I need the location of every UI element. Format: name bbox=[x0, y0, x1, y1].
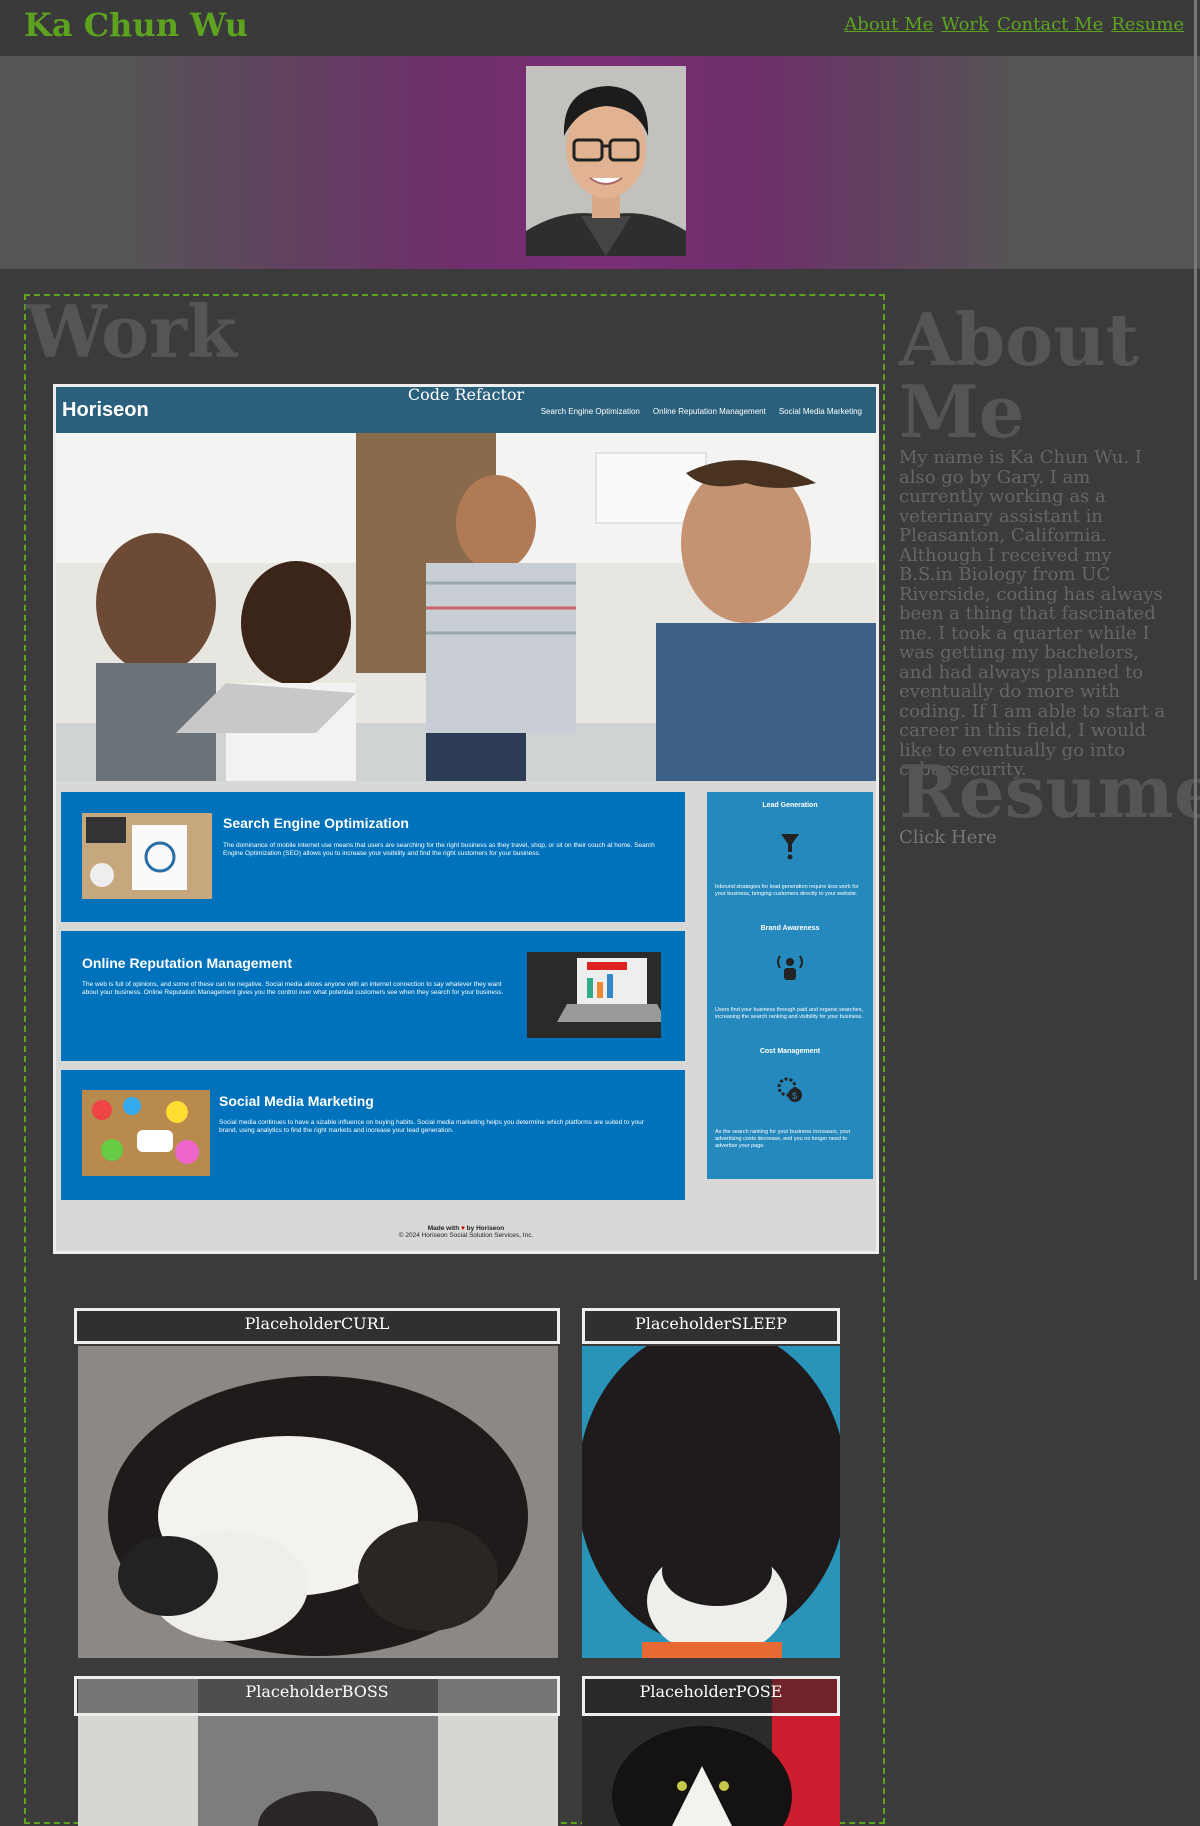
nav-link-work[interactable]: Work bbox=[941, 14, 989, 35]
heart-icon: ♥ bbox=[461, 1225, 465, 1232]
horiseon-footer: Made with ♥ by Horiseon © 2024 Horiseon … bbox=[56, 1225, 876, 1239]
brand-awareness-icon bbox=[777, 955, 803, 980]
smm-title: Social Media Marketing bbox=[219, 1093, 374, 1109]
horiseon-box-smm: Social Media Marketing Social media cont… bbox=[61, 1070, 685, 1200]
page-scrollbar[interactable] bbox=[1194, 0, 1197, 1280]
benefit-brand-title: Brand Awareness bbox=[760, 925, 820, 932]
resume-link[interactable]: Click Here bbox=[899, 827, 997, 848]
nav-link-resume[interactable]: Resume bbox=[1111, 14, 1184, 35]
nav-link-about-me[interactable]: About Me bbox=[844, 14, 933, 35]
project-label-boss: PlaceholderBOSS bbox=[74, 1676, 560, 1716]
svg-text:$: $ bbox=[792, 1091, 797, 1101]
about-text: My name is Ka Chun Wu. I also go by Gary… bbox=[899, 447, 1166, 780]
project-label-pose: PlaceholderPOSE bbox=[582, 1676, 840, 1716]
horiseon-benefits: Lead Generation Inbound strategies for l… bbox=[707, 792, 873, 1179]
work-heading: Work bbox=[26, 289, 237, 374]
main-nav: About Me Work Contact Me Resume bbox=[844, 14, 1184, 35]
site-title: Ka Chun Wu bbox=[24, 6, 248, 44]
resume-heading: Resume bbox=[899, 749, 1200, 834]
project-image-sleep[interactable] bbox=[582, 1346, 840, 1658]
seo-title: Search Engine Optimization bbox=[223, 815, 409, 831]
benefit-lead-title: Lead Generation bbox=[762, 802, 818, 809]
horiseon-box-seo: Search Engine Optimization The dominance… bbox=[61, 792, 685, 922]
smm-thumbnail bbox=[82, 1090, 210, 1176]
horiseon-nav-orm: Online Reputation Management bbox=[652, 407, 766, 416]
benefit-cost-text: As the search ranking for your business … bbox=[715, 1129, 851, 1149]
seo-thumbnail bbox=[82, 813, 212, 899]
horiseon-nav-seo: Search Engine Optimization bbox=[540, 407, 640, 416]
project-label-sleep: PlaceholderSLEEP bbox=[582, 1308, 840, 1344]
project-image-curl[interactable] bbox=[78, 1346, 558, 1658]
about-heading: About Me bbox=[899, 297, 1139, 454]
horiseon-hero-image bbox=[56, 433, 876, 781]
orm-thumbnail bbox=[527, 952, 661, 1038]
profile-photo bbox=[526, 66, 686, 256]
seo-text: The dominance of mobile internet use mea… bbox=[223, 842, 655, 857]
footer-made-with: Made with bbox=[427, 1225, 460, 1232]
cost-management-icon: $ bbox=[777, 1077, 802, 1102]
footer-by-horiseon: by Horiseon bbox=[466, 1225, 505, 1232]
benefit-cost-title: Cost Management bbox=[759, 1048, 821, 1055]
project-label: Code Refactor bbox=[407, 385, 525, 404]
orm-title: Online Reputation Management bbox=[82, 955, 293, 971]
project-card-code-refactor[interactable]: Code Refactor Horiseon Search Engine Opt… bbox=[53, 384, 879, 1254]
benefit-brand-text: Users find your business through paid an… bbox=[715, 1007, 863, 1020]
project-label-curl: PlaceholderCURL bbox=[74, 1308, 560, 1344]
site-header: Ka Chun Wu About Me Work Contact Me Resu… bbox=[0, 0, 1200, 56]
lead-generation-icon bbox=[781, 834, 799, 860]
nav-link-contact-me[interactable]: Contact Me bbox=[997, 14, 1103, 35]
hero-banner bbox=[0, 56, 1200, 269]
horiseon-box-orm: Online Reputation Management The web is … bbox=[61, 931, 685, 1061]
orm-text: The web is full of opinions, and some of… bbox=[82, 981, 504, 996]
benefit-lead-text: Inbound strategies for lead generation r… bbox=[715, 884, 859, 897]
smm-text: Social media continues to have a sizable… bbox=[219, 1119, 644, 1134]
horiseon-nav-smm: Social Media Marketing bbox=[778, 407, 862, 416]
footer-copyright: © 2024 Horiseon Social Solution Services… bbox=[398, 1232, 534, 1239]
work-section: Work Code Refactor Horiseon Search Engin… bbox=[24, 289, 885, 1826]
